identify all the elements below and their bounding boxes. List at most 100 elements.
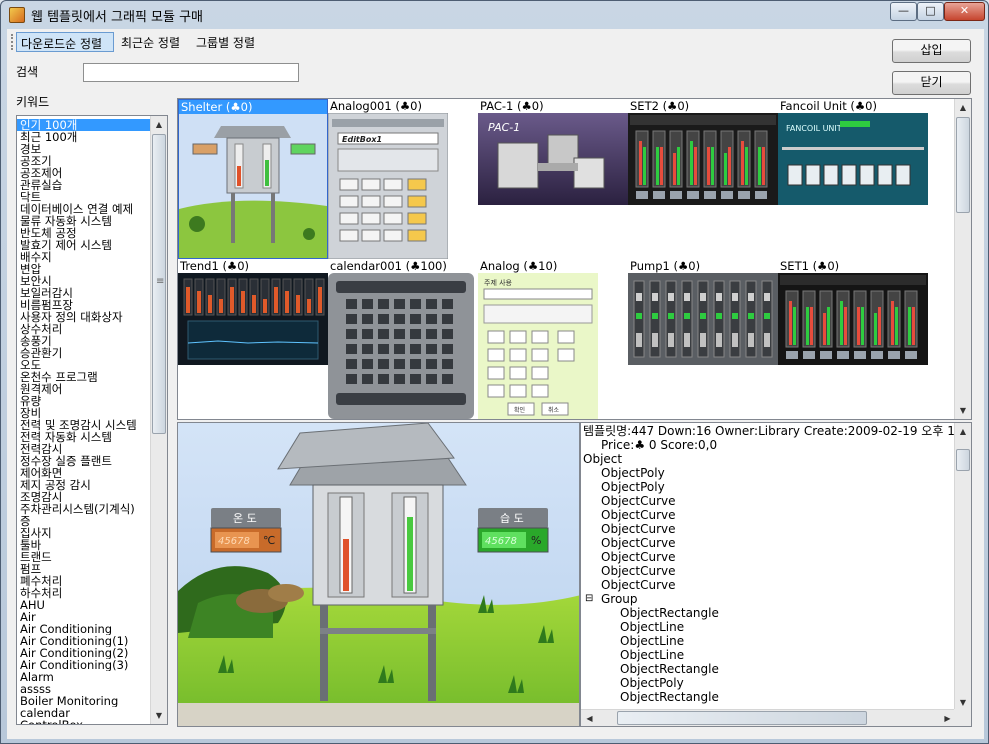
keyword-item[interactable]: Alarm	[17, 671, 151, 683]
tree-vscrollbar[interactable]: ▲ ▼	[954, 423, 971, 711]
keyword-item[interactable]: Boiler Monitoring	[17, 695, 151, 707]
keyword-item[interactable]: 하수처리	[17, 587, 151, 599]
tree-node-object[interactable]: Object	[583, 452, 622, 466]
tree-node[interactable]: ObjectPoly	[601, 480, 665, 494]
minimize-button[interactable]: —	[890, 2, 917, 21]
tab-sort-group[interactable]: 그룹별 정렬	[192, 32, 267, 52]
tree-node[interactable]: ObjectCurve	[601, 536, 675, 550]
collapse-icon[interactable]: ⊟	[585, 592, 593, 606]
keyword-item[interactable]: 증	[17, 515, 151, 527]
keyword-item[interactable]: 주차관리시스템(기계식)	[17, 503, 151, 515]
keyword-item[interactable]: 유량	[17, 395, 151, 407]
gallery-scrollbar[interactable]: ▲ ▼	[954, 99, 971, 419]
keyword-item[interactable]: 전력 및 조명감시 시스템	[17, 419, 151, 431]
keyword-item[interactable]: 제지 공정 감시	[17, 479, 151, 491]
template-gallery[interactable]: Shelter (♣0) Analog001 (♣0) EditBox1 PAC…	[177, 98, 972, 420]
keyword-item[interactable]: 상수처리	[17, 323, 151, 335]
title-bar[interactable]: 웹 템플릿에서 그래픽 모듈 구매 — □ ✕	[1, 1, 988, 29]
keyword-item[interactable]: 승관환기	[17, 347, 151, 359]
keyword-item[interactable]: 물류 자동화 시스템	[17, 215, 151, 227]
keyword-item[interactable]: assss	[17, 683, 151, 695]
toolbar-grip[interactable]	[11, 34, 14, 50]
keyword-item[interactable]: 반도체 공정	[17, 227, 151, 239]
keyword-item[interactable]: 인기 100개	[17, 119, 151, 131]
keyword-item[interactable]: Air	[17, 611, 151, 623]
tree-node[interactable]: ObjectCurve	[601, 564, 675, 578]
keyword-item[interactable]: 전력 자동화 시스템	[17, 431, 151, 443]
scroll-up-arrow-icon[interactable]: ▲	[955, 99, 971, 116]
keyword-item[interactable]: 닥트	[17, 191, 151, 203]
close-button[interactable]: 닫기	[892, 71, 971, 95]
gallery-tile[interactable]: Analog001 (♣0) EditBox1	[328, 99, 478, 259]
tree-node[interactable]: ObjectRectangle	[620, 606, 719, 620]
search-input[interactable]	[83, 63, 299, 82]
tree-node[interactable]: ObjectLine	[620, 620, 684, 634]
close-window-button[interactable]: ✕	[944, 2, 985, 21]
keyword-item[interactable]: 데이터베이스 연결 예제	[17, 203, 151, 215]
keyword-item[interactable]: 배수지	[17, 251, 151, 263]
keyword-item[interactable]: 오도	[17, 359, 151, 371]
maximize-button[interactable]: □	[917, 2, 944, 21]
keyword-list[interactable]: 인기 100개 최근 100개 경보 공조기 공조제어 관류실습 닥트 데이터베이스 연결 예…	[16, 115, 168, 725]
scroll-thumb[interactable]	[617, 711, 867, 725]
keyword-item[interactable]: 전력감시	[17, 443, 151, 455]
scroll-up-arrow-icon[interactable]: ▲	[151, 116, 167, 133]
keyword-item[interactable]: 비름펌프장	[17, 299, 151, 311]
keyword-item[interactable]: Air Conditioning(3)	[17, 659, 151, 671]
keyword-item[interactable]: 발효기 제어 시스템	[17, 239, 151, 251]
keyword-item[interactable]: 관류실습	[17, 179, 151, 191]
scroll-thumb[interactable]	[956, 449, 970, 471]
tab-sort-recent[interactable]: 최근순 정렬	[117, 32, 190, 52]
gallery-tile[interactable]: Trend1 (♣0)	[178, 259, 328, 419]
keyword-scrollbar[interactable]: ▲ ≡ ▼	[150, 116, 167, 724]
tree-node[interactable]: ObjectCurve	[601, 508, 675, 522]
keyword-item[interactable]: ControlBox	[17, 719, 151, 724]
keyword-item[interactable]: Air Conditioning(2)	[17, 647, 151, 659]
scroll-thumb[interactable]	[956, 117, 970, 213]
keyword-item[interactable]: 온천수 프로그램	[17, 371, 151, 383]
tree-node[interactable]: ObjectPoly	[620, 676, 684, 690]
gallery-tile[interactable]: Analog (♣10) 주제 사용 확인 취소	[478, 259, 628, 419]
insert-button[interactable]: 삽입	[892, 39, 971, 63]
tree-node[interactable]: ObjectCurve	[601, 578, 675, 592]
tree-node[interactable]: ObjectPoly	[601, 466, 665, 480]
keyword-item[interactable]: 공조기	[17, 155, 151, 167]
keyword-item[interactable]: 펌프	[17, 563, 151, 575]
tree-node-group[interactable]: Group	[601, 592, 638, 606]
keyword-item[interactable]: Air Conditioning(1)	[17, 635, 151, 647]
keyword-item[interactable]: 툴바	[17, 539, 151, 551]
gallery-tile[interactable]: SET2 (♣0)	[628, 99, 778, 259]
keyword-item[interactable]: 원격제어	[17, 383, 151, 395]
gallery-tile[interactable]: Shelter (♣0)	[178, 99, 328, 259]
tree-node[interactable]: ObjectRectangle	[620, 690, 719, 704]
keyword-item[interactable]: 조명감시	[17, 491, 151, 503]
keyword-item[interactable]: 제어화면	[17, 467, 151, 479]
keyword-item[interactable]: Air Conditioning	[17, 623, 151, 635]
scroll-down-arrow-icon[interactable]: ▼	[955, 402, 971, 419]
tree-node[interactable]: ObjectCurve	[601, 494, 675, 508]
keyword-item[interactable]: 변압	[17, 263, 151, 275]
object-tree[interactable]: 템플릿명:447 Down:16 Owner:Library Create:20…	[580, 422, 972, 727]
gallery-tile[interactable]: SET1 (♣0)	[778, 259, 928, 419]
gallery-tile[interactable]: calendar001 (♣100)	[328, 259, 478, 419]
tree-node[interactable]: ObjectRectangle	[620, 662, 719, 676]
keyword-item[interactable]: 경보	[17, 143, 151, 155]
tree-node[interactable]: ObjectLine	[620, 634, 684, 648]
scroll-down-arrow-icon[interactable]: ▼	[151, 707, 167, 724]
keyword-item[interactable]: 사용자 정의 대화상자	[17, 311, 151, 323]
keyword-item[interactable]: 보일러감시	[17, 287, 151, 299]
keyword-item[interactable]: AHU	[17, 599, 151, 611]
tree-node[interactable]: ObjectCurve	[601, 550, 675, 564]
tab-sort-download[interactable]: 다운로드순 정렬	[16, 32, 114, 52]
keyword-item[interactable]: 폐수처리	[17, 575, 151, 587]
keyword-item[interactable]: 보안시	[17, 275, 151, 287]
gallery-tile[interactable]: Fancoil Unit (♣0) FANCOIL UNIT	[778, 99, 928, 259]
keyword-item[interactable]: 송풍기	[17, 335, 151, 347]
keyword-item[interactable]: 정수장 실증 플랜트	[17, 455, 151, 467]
scroll-up-arrow-icon[interactable]: ▲	[955, 423, 971, 440]
keyword-item[interactable]: 집사지	[17, 527, 151, 539]
tree-node[interactable]: ObjectCurve	[601, 522, 675, 536]
keyword-item[interactable]: calendar	[17, 707, 151, 719]
scroll-left-arrow-icon[interactable]: ◀	[581, 710, 598, 726]
keyword-item[interactable]: 장비	[17, 407, 151, 419]
